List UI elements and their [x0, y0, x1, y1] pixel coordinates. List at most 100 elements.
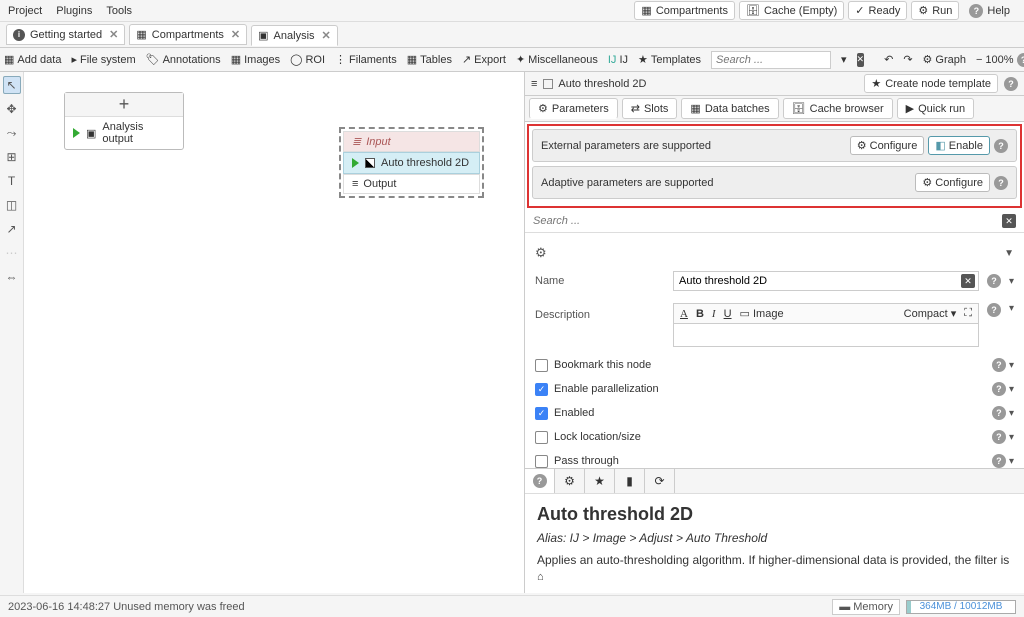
search-input[interactable]: [711, 51, 831, 69]
italic-button[interactable]: I: [712, 308, 716, 320]
chevron-icon[interactable]: ▾: [1009, 360, 1014, 371]
doc-star-tab[interactable]: ★: [585, 469, 615, 493]
node-output-slot[interactable]: ≡Output: [343, 174, 480, 194]
close-icon[interactable]: ✕: [109, 28, 118, 41]
help-icon[interactable]: ?: [987, 274, 1001, 288]
menu-tools[interactable]: Tools: [106, 5, 132, 17]
clear-icon[interactable]: ✕: [857, 53, 865, 67]
tab-parameters[interactable]: ⚙Parameters: [529, 98, 618, 119]
help-icon[interactable]: ?: [992, 358, 1006, 372]
node-analysis-output[interactable]: + ▣Analysis output: [64, 92, 184, 150]
pointer-tool[interactable]: ↖: [3, 76, 21, 94]
crop-tool[interactable]: ◫: [3, 196, 21, 214]
undo-icon[interactable]: ↶: [884, 53, 893, 66]
roi-button[interactable]: ◯ROI: [290, 53, 325, 66]
doc-reload-tab[interactable]: ⟳: [645, 469, 675, 493]
clear-icon[interactable]: ✕: [961, 274, 975, 288]
help-icon[interactable]: ?: [994, 176, 1008, 190]
doc-settings-tab[interactable]: ⚙: [555, 469, 585, 493]
chevron-icon[interactable]: ▾: [1009, 303, 1014, 314]
help-icon[interactable]: ?: [1004, 77, 1018, 91]
tab-slots[interactable]: ⇄Slots: [622, 98, 678, 119]
create-template-button[interactable]: ★Create node template: [864, 74, 998, 93]
bookmark-checkbox[interactable]: [535, 359, 548, 372]
menu-icon[interactable]: ≡: [531, 78, 537, 90]
underline-button[interactable]: U: [724, 308, 732, 320]
memory-bar[interactable]: 364MB / 10012MB: [906, 600, 1016, 614]
group-tool[interactable]: ⊞: [3, 148, 21, 166]
tables-button[interactable]: ▦Tables: [407, 53, 452, 66]
ij-button[interactable]: IJIJ: [608, 54, 628, 66]
chevron-icon[interactable]: ▾: [1009, 276, 1014, 287]
dropdown-icon[interactable]: ▾: [841, 53, 847, 66]
expand-icon[interactable]: ⛶: [964, 307, 972, 320]
chevron-icon[interactable]: ▾: [1009, 408, 1014, 419]
lock-checkbox[interactable]: [535, 431, 548, 444]
enabled-checkbox[interactable]: [535, 407, 548, 420]
fit-tool[interactable]: ⇔: [3, 268, 21, 286]
doc-help-tab[interactable]: ?: [525, 469, 555, 493]
bold-button[interactable]: B: [696, 308, 704, 320]
tab-compartments[interactable]: ▦Compartments✕: [129, 24, 247, 45]
font-icon[interactable]: A: [680, 308, 688, 320]
help-icon[interactable]: ?: [992, 454, 1006, 468]
close-icon[interactable]: ✕: [322, 29, 331, 42]
menu-project[interactable]: Project: [8, 5, 42, 17]
redo-icon[interactable]: ↷: [903, 53, 912, 66]
search-box[interactable]: [711, 51, 831, 69]
home-icon[interactable]: ⌂: [537, 571, 1012, 583]
add-data-button[interactable]: ▦Add data: [4, 53, 61, 66]
ready-button[interactable]: ✓Ready: [848, 1, 907, 20]
parallel-checkbox[interactable]: [535, 383, 548, 396]
configure-button[interactable]: ⚙Configure: [850, 136, 925, 155]
doc-bookmark-tab[interactable]: ▮: [615, 469, 645, 493]
measure-tool[interactable]: ↗: [3, 220, 21, 238]
misc-button[interactable]: ✦Miscellaneous: [516, 53, 598, 66]
panel-search-input[interactable]: [533, 215, 1002, 227]
canvas[interactable]: + ▣Analysis output ≣Input Auto threshold…: [24, 72, 524, 593]
section-header[interactable]: ⚙ ▼: [535, 241, 1014, 265]
tab-getting-started[interactable]: iGetting started✕: [6, 24, 125, 45]
help-icon[interactable]: ?: [992, 406, 1006, 420]
node-add-row[interactable]: +: [65, 93, 183, 117]
image-button[interactable]: ▭ Image: [740, 307, 784, 320]
file-system-button[interactable]: ▸File system: [71, 53, 135, 66]
chevron-icon[interactable]: ▾: [1009, 456, 1014, 467]
help-icon[interactable]: ?: [992, 430, 1006, 444]
tab-quick-run[interactable]: ▶Quick run: [897, 98, 975, 119]
chevron-icon[interactable]: ▾: [1009, 432, 1014, 443]
node-auto-threshold[interactable]: ≣Input Auto threshold 2D ≡Output: [339, 127, 484, 198]
cache-button[interactable]: 🗄Cache (Empty): [739, 1, 844, 20]
tab-data-batches[interactable]: ▦Data batches: [681, 98, 778, 119]
tab-cache-browser[interactable]: 🗄Cache browser: [783, 98, 893, 119]
zoom-button[interactable]: −100%?: [976, 53, 1024, 67]
text-tool[interactable]: T: [3, 172, 21, 190]
help-icon[interactable]: ?: [994, 139, 1008, 153]
menu-plugins[interactable]: Plugins: [56, 5, 92, 17]
description-input[interactable]: [673, 323, 979, 347]
compact-toggle[interactable]: Compact ▾: [904, 307, 957, 320]
name-input[interactable]: [673, 271, 979, 291]
graph-button[interactable]: ⚙Graph: [923, 53, 966, 66]
help-icon[interactable]: ?: [987, 303, 1001, 317]
help-button[interactable]: ?Help: [963, 1, 1016, 20]
export-button[interactable]: ↗Export: [462, 53, 506, 66]
connect-tool[interactable]: ⤳: [3, 124, 21, 142]
images-button[interactable]: ▦Images: [231, 53, 280, 66]
close-icon[interactable]: ✕: [231, 28, 240, 41]
filaments-button[interactable]: ⋮Filaments: [335, 53, 397, 66]
enable-button[interactable]: ◧Enable: [928, 136, 990, 155]
annotations-button[interactable]: 🏷Annotations: [146, 53, 221, 66]
node-input-slot[interactable]: ≣Input: [343, 131, 480, 152]
tab-analysis[interactable]: ▣Analysis✕: [251, 25, 338, 46]
help-icon[interactable]: ?: [992, 382, 1006, 396]
passthrough-checkbox[interactable]: [535, 455, 548, 468]
run-button[interactable]: ⚙Run: [911, 1, 959, 20]
move-tool[interactable]: ✥: [3, 100, 21, 118]
configure-button[interactable]: ⚙Configure: [915, 173, 990, 192]
memory-button[interactable]: ▬Memory: [832, 599, 900, 615]
templates-button[interactable]: ★Templates: [638, 53, 701, 66]
chevron-icon[interactable]: ▾: [1009, 384, 1014, 395]
compartments-button[interactable]: ▦Compartments: [634, 1, 735, 20]
clear-icon[interactable]: ✕: [1002, 214, 1016, 228]
